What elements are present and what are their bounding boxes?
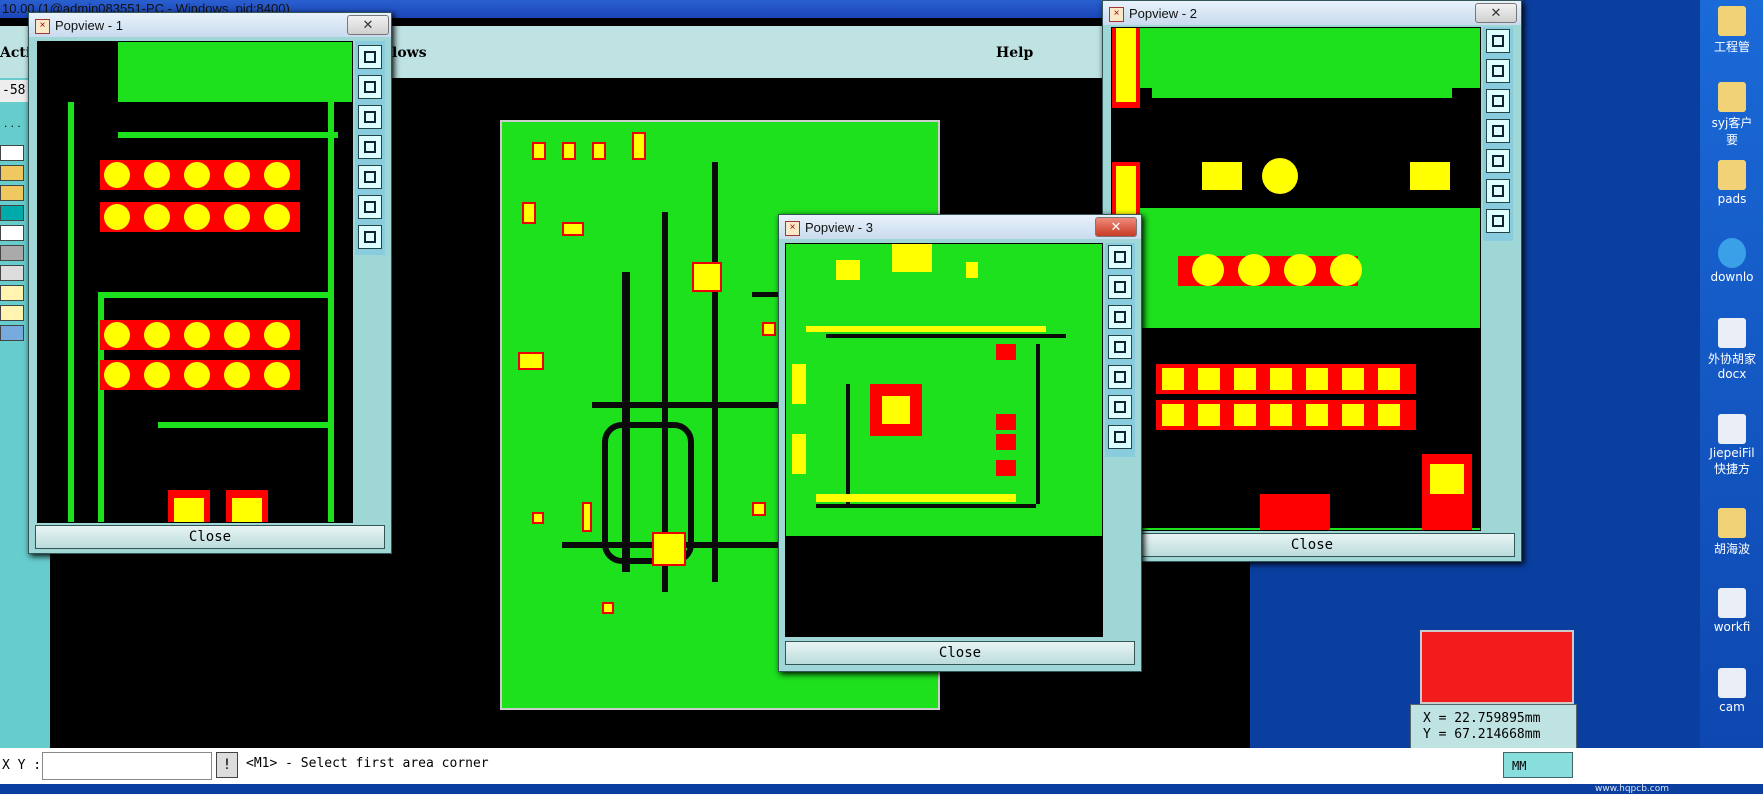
layer-swatch[interactable] [0, 325, 24, 341]
popview-3-toolbar [1105, 243, 1135, 457]
status-prompt: <M1> - Select first area corner [246, 756, 489, 771]
close-icon[interactable]: ✕ [1095, 217, 1137, 237]
popview-1-close-button[interactable]: Close [35, 525, 385, 549]
coord-x: X = 22.759895mm [1423, 711, 1541, 726]
zoom-in-icon[interactable] [358, 195, 382, 219]
xy-input-field[interactable] [42, 752, 212, 780]
popview-2-titlebar[interactable]: × Popview - 2 ✕ [1103, 1, 1521, 25]
desktop-icon[interactable]: 工程管 [1706, 6, 1758, 55]
popview-2-title: Popview - 2 [1129, 6, 1197, 21]
desktop-icon[interactable]: syj客户要 [1706, 82, 1758, 148]
watermark: 华强PCB www.hqpcb.com [1595, 758, 1671, 794]
layer-swatch[interactable] [0, 265, 24, 281]
popview-2-toolbar [1483, 27, 1513, 241]
coord-y: Y = 67.214668mm [1423, 727, 1541, 742]
zoom-in-icon[interactable] [1108, 395, 1132, 419]
pan-up-icon[interactable] [358, 75, 382, 99]
desktop-icon[interactable]: pads [1706, 160, 1758, 206]
zoom-window-icon[interactable] [358, 45, 382, 69]
popview-3-close-button[interactable]: Close [785, 641, 1135, 665]
menu-windows[interactable]: lows [392, 45, 427, 61]
command-button[interactable]: ! [216, 752, 238, 778]
close-icon[interactable]: ✕ [1475, 3, 1517, 23]
pan-down-icon[interactable] [1486, 89, 1510, 113]
left-panel-dots: . . . [4, 116, 21, 130]
desktop-icon[interactable]: workfi [1706, 588, 1758, 634]
popview-2-close-button[interactable]: Close [1109, 533, 1515, 557]
layer-swatch[interactable] [0, 225, 24, 241]
layer-swatch[interactable] [0, 185, 24, 201]
zoom-out-icon[interactable] [1486, 209, 1510, 233]
layer-swatch[interactable] [0, 165, 24, 181]
popview-1-toolbar [355, 41, 385, 255]
pan-right-icon[interactable] [1108, 365, 1132, 389]
word-doc-icon [1718, 318, 1746, 348]
popview-2-window: × Popview - 2 ✕ Close [1102, 0, 1522, 562]
browser-icon [1718, 238, 1746, 268]
red-preview-box [1420, 630, 1574, 704]
zoom-window-icon[interactable] [1486, 29, 1510, 53]
folder-icon [1718, 6, 1746, 36]
popview-3-title: Popview - 3 [805, 220, 873, 235]
shortcut-icon [1718, 588, 1746, 618]
popview-3-titlebar[interactable]: × Popview - 3 ✕ [779, 215, 1141, 239]
cursor-coordinates: X = 22.759895mm Y = 67.214668mm [1410, 704, 1577, 750]
menu-help[interactable]: Help [996, 45, 1033, 61]
zoom-in-icon[interactable] [1486, 179, 1510, 203]
layer-swatch[interactable] [0, 205, 24, 221]
layer-swatch[interactable] [0, 245, 24, 261]
folder-icon [1718, 82, 1746, 112]
pan-down-icon[interactable] [358, 105, 382, 129]
popview-1-window: × Popview - 1 ✕ Close [28, 12, 392, 554]
pan-right-icon[interactable] [358, 165, 382, 189]
shortcut-icon [1718, 414, 1746, 444]
close-icon[interactable]: ✕ [347, 15, 389, 35]
desktop-icon[interactable]: 外协胡家 docx [1706, 318, 1758, 381]
app-small-icon: × [1109, 7, 1124, 22]
xy-label: X Y : [2, 758, 42, 773]
pan-left-icon[interactable] [1486, 119, 1510, 143]
watermark-brand: 华强PCB [1595, 762, 1672, 783]
desktop-icon[interactable]: cam [1706, 668, 1758, 714]
popview-3-viewport[interactable] [785, 243, 1103, 637]
popview-1-title: Popview - 1 [55, 18, 123, 33]
layer-swatch[interactable] [0, 145, 24, 161]
zoom-out-icon[interactable] [358, 225, 382, 249]
pan-right-icon[interactable] [1486, 149, 1510, 173]
layer-swatch[interactable] [0, 285, 24, 301]
popview-1-viewport[interactable] [37, 41, 353, 523]
desktop-icon[interactable]: 胡海波 [1706, 508, 1758, 557]
pan-left-icon[interactable] [1108, 335, 1132, 359]
layer-swatch[interactable] [0, 305, 24, 321]
folder-icon [1718, 508, 1746, 538]
pan-up-icon[interactable] [1108, 275, 1132, 299]
popview-3-window: × Popview - 3 ✕ Close [778, 214, 1142, 672]
zoom-out-icon[interactable] [1108, 425, 1132, 449]
windows-desktop: 工程管 syj客户要 pads downlo 外协胡家 docx JiepeiF… [1700, 0, 1763, 748]
app-small-icon: × [35, 19, 50, 34]
popview-1-titlebar[interactable]: × Popview - 1 ✕ [29, 13, 391, 37]
pan-down-icon[interactable] [1108, 305, 1132, 329]
folder-icon [1718, 160, 1746, 190]
pan-left-icon[interactable] [358, 135, 382, 159]
watermark-url: www.hqpcb.com [1595, 784, 1669, 794]
desktop-icon[interactable]: downlo [1706, 238, 1758, 284]
pan-up-icon[interactable] [1486, 59, 1510, 83]
units-selector[interactable]: MM [1503, 752, 1573, 778]
desktop-icon[interactable]: JiepeiFil 快捷方 [1706, 414, 1758, 477]
app-small-icon: × [785, 221, 800, 236]
shortcut-icon [1718, 668, 1746, 698]
zoom-window-icon[interactable] [1108, 245, 1132, 269]
popview-2-viewport[interactable] [1111, 27, 1481, 531]
